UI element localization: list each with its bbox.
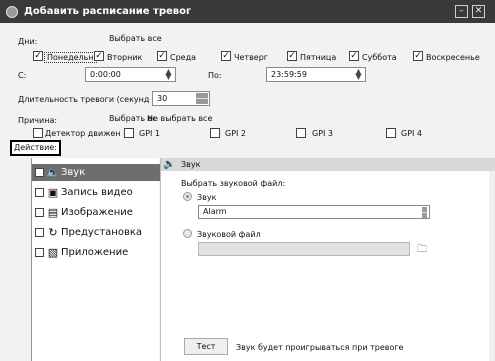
speaker-icon: 🔈 bbox=[46, 166, 60, 179]
panel-header: 🔈 Звук bbox=[161, 158, 495, 171]
choose-sound-label: Выбрать звуковой файл: bbox=[181, 179, 286, 188]
to-time-spinner-icon[interactable]: ▲ ▼ bbox=[353, 68, 364, 81]
close-button[interactable]: ✕ bbox=[472, 5, 485, 18]
to-time-input[interactable]: 23:59:59 ▲ ▼ bbox=[266, 67, 366, 82]
action-item-label: Звук bbox=[61, 167, 86, 178]
radio-sound-file[interactable] bbox=[183, 229, 192, 238]
checkbox[interactable] bbox=[33, 128, 43, 138]
speaker-icon: 🔈 bbox=[163, 159, 176, 170]
panel-scrollbar[interactable] bbox=[489, 171, 495, 361]
day-label: Среда bbox=[170, 53, 197, 62]
sound-settings-panel: 🔈 Звук Выбрать звуковой файл: Звук Alarm… bbox=[160, 158, 495, 361]
day-label: Суббота bbox=[362, 53, 397, 62]
days-select-all[interactable]: Выбрать все bbox=[109, 34, 162, 43]
app-icon bbox=[6, 5, 18, 18]
checkbox[interactable]: ✓ bbox=[221, 51, 231, 61]
reason-item-label: GPI 3 bbox=[312, 129, 334, 138]
action-label: Действие: bbox=[10, 140, 61, 156]
from-time-input[interactable]: 0:00:00 ▲ ▼ bbox=[85, 67, 176, 82]
action-tree: 🔈 Звук ▣ Запись видео ▤ Изображение ↻ Пр… bbox=[31, 158, 160, 361]
from-time-spinner-icon[interactable]: ▲ ▼ bbox=[163, 68, 174, 81]
from-time-value: 0:00:00 bbox=[90, 70, 121, 79]
checkbox[interactable] bbox=[35, 248, 44, 257]
to-label: По: bbox=[208, 71, 222, 80]
checkbox[interactable] bbox=[124, 128, 134, 138]
action-item-application[interactable]: ▧ Приложение bbox=[32, 244, 160, 261]
reason-item-label: GPI 1 bbox=[139, 129, 161, 138]
alarm-schedule-dialog: Добавить расписание тревог – ✕ Дни: Выбр… bbox=[0, 0, 495, 361]
panel-header-title: Звук bbox=[181, 160, 201, 169]
sound-hint: Звук будет проигрываться при тревоге bbox=[236, 343, 404, 352]
checkbox[interactable] bbox=[296, 128, 306, 138]
checkbox[interactable] bbox=[386, 128, 396, 138]
day-label: Вторник bbox=[107, 53, 143, 62]
action-item-image[interactable]: ▤ Изображение bbox=[32, 204, 160, 221]
duration-value: 30 bbox=[157, 94, 168, 103]
checkbox[interactable]: ✓ bbox=[413, 51, 423, 61]
from-label: С: bbox=[18, 71, 27, 80]
reason-label: Причина: bbox=[18, 116, 58, 125]
sound-file-input[interactable] bbox=[198, 242, 410, 256]
checkbox[interactable]: ✓ bbox=[33, 51, 43, 61]
action-item-label: Запись видео bbox=[61, 187, 133, 198]
checkbox[interactable] bbox=[35, 188, 44, 197]
day-label: Четверг bbox=[234, 53, 268, 62]
minimize-button[interactable]: – bbox=[455, 5, 468, 18]
folder-icon[interactable]: 🗀 bbox=[417, 242, 427, 259]
title-bar: Добавить расписание тревог – ✕ bbox=[0, 0, 495, 23]
day-label: Понедельн bbox=[44, 52, 97, 63]
reason-item-label: Детектор движения bbox=[45, 129, 121, 138]
action-item-preset[interactable]: ↻ Предустановка bbox=[32, 224, 160, 241]
action-item-label: Предустановка bbox=[61, 227, 143, 238]
window-title: Добавить расписание тревог bbox=[24, 6, 192, 17]
day-label: Пятница bbox=[300, 53, 337, 62]
checkbox[interactable] bbox=[210, 128, 220, 138]
sound-select-arrow-icon[interactable] bbox=[422, 207, 427, 218]
radio-sound-file-label: Звуковой файл bbox=[197, 230, 261, 239]
checkbox[interactable]: ✓ bbox=[349, 51, 359, 61]
sound-select[interactable]: Alarm bbox=[198, 205, 430, 219]
reason-item-label: GPI 4 bbox=[401, 129, 423, 138]
to-time-value: 23:59:59 bbox=[271, 70, 307, 79]
checkbox[interactable]: ✓ bbox=[287, 51, 297, 61]
duration-input[interactable]: 30 bbox=[152, 91, 210, 106]
checkbox[interactable] bbox=[35, 228, 44, 237]
duration-spinner-icon[interactable] bbox=[196, 93, 208, 104]
duration-label: Длительность тревоги (секунды): bbox=[18, 95, 150, 104]
days-label: Дни: bbox=[18, 37, 38, 46]
application-icon: ▧ bbox=[47, 246, 59, 259]
action-item-label: Приложение bbox=[61, 247, 129, 258]
checkbox[interactable]: ✓ bbox=[157, 51, 167, 61]
test-button[interactable]: Тест bbox=[184, 338, 228, 355]
sound-select-value: Alarm bbox=[203, 207, 227, 216]
reason-item-label: GPI 2 bbox=[225, 129, 247, 138]
day-label: Воскресенье bbox=[426, 53, 480, 62]
radio-sound-label: Звук bbox=[197, 193, 217, 202]
image-icon: ▤ bbox=[47, 206, 59, 219]
reason-deselect-all[interactable]: Не выбрать все bbox=[147, 114, 212, 123]
checkbox[interactable]: ✓ bbox=[94, 51, 104, 61]
radio-sound[interactable] bbox=[183, 192, 192, 201]
action-label-text: Действие: bbox=[14, 143, 57, 152]
action-item-sound[interactable]: 🔈 Звук bbox=[32, 164, 160, 181]
checkbox[interactable] bbox=[35, 168, 44, 177]
checkbox[interactable] bbox=[35, 208, 44, 217]
video-camera-icon: ▣ bbox=[47, 186, 59, 199]
preset-icon: ↻ bbox=[48, 226, 58, 239]
action-item-video[interactable]: ▣ Запись видео bbox=[32, 184, 160, 201]
action-item-label: Изображение bbox=[61, 207, 133, 218]
